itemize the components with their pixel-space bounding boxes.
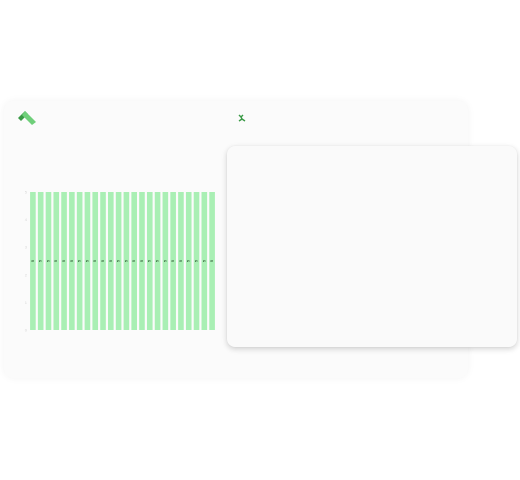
bar-value-label-18: 5 [171, 260, 175, 262]
sparkle-icon [238, 114, 246, 122]
y-tick-label-2: 2 [25, 272, 28, 277]
bar-value-label-16: 5 [156, 260, 160, 262]
bar-value-label-11: 5 [117, 260, 121, 262]
y-tick-label-0: 0 [25, 328, 28, 333]
bar-value-label-0: 5 [31, 260, 35, 262]
bar-value-label-12: 5 [124, 260, 128, 262]
bar-value-label-8: 5 [93, 260, 97, 262]
bar-value-label-21: 5 [194, 260, 198, 262]
y-tick-label-5: 5 [25, 190, 28, 195]
brand-logo-icon[interactable] [17, 110, 37, 126]
bar-value-label-9: 5 [101, 260, 105, 262]
bar-value-label-15: 5 [148, 260, 152, 262]
bar-value-label-3: 5 [54, 260, 58, 262]
bar-value-label-10: 5 [109, 260, 113, 262]
details-panel [227, 146, 517, 347]
bar-value-label-19: 5 [179, 260, 183, 262]
bar-value-label-14: 5 [140, 260, 144, 262]
bar-value-label-4: 5 [62, 260, 66, 262]
y-tick-label-4: 4 [25, 217, 28, 222]
y-tick-label-1: 1 [25, 300, 28, 305]
bar-value-label-6: 5 [78, 260, 82, 262]
y-tick-label-3: 3 [25, 245, 28, 250]
bar-value-label-17: 5 [163, 260, 167, 262]
bar-value-label-22: 5 [202, 260, 206, 262]
bar-value-label-5: 5 [70, 260, 74, 262]
bar-chart: 0123455 5 5 5 5 5 5 5 5 5 5 5 5 5 5 5 5 5 5 5 5 5 5 5 [25, 190, 215, 333]
bar-value-label-7: 5 [85, 260, 89, 262]
bar-value-label-23: 5 [210, 260, 214, 262]
bar-value-label-13: 5 [132, 260, 136, 262]
bar-value-label-1: 5 [39, 260, 43, 262]
bar-value-label-20: 5 [187, 260, 191, 262]
bar-value-label-2: 5 [46, 260, 50, 262]
